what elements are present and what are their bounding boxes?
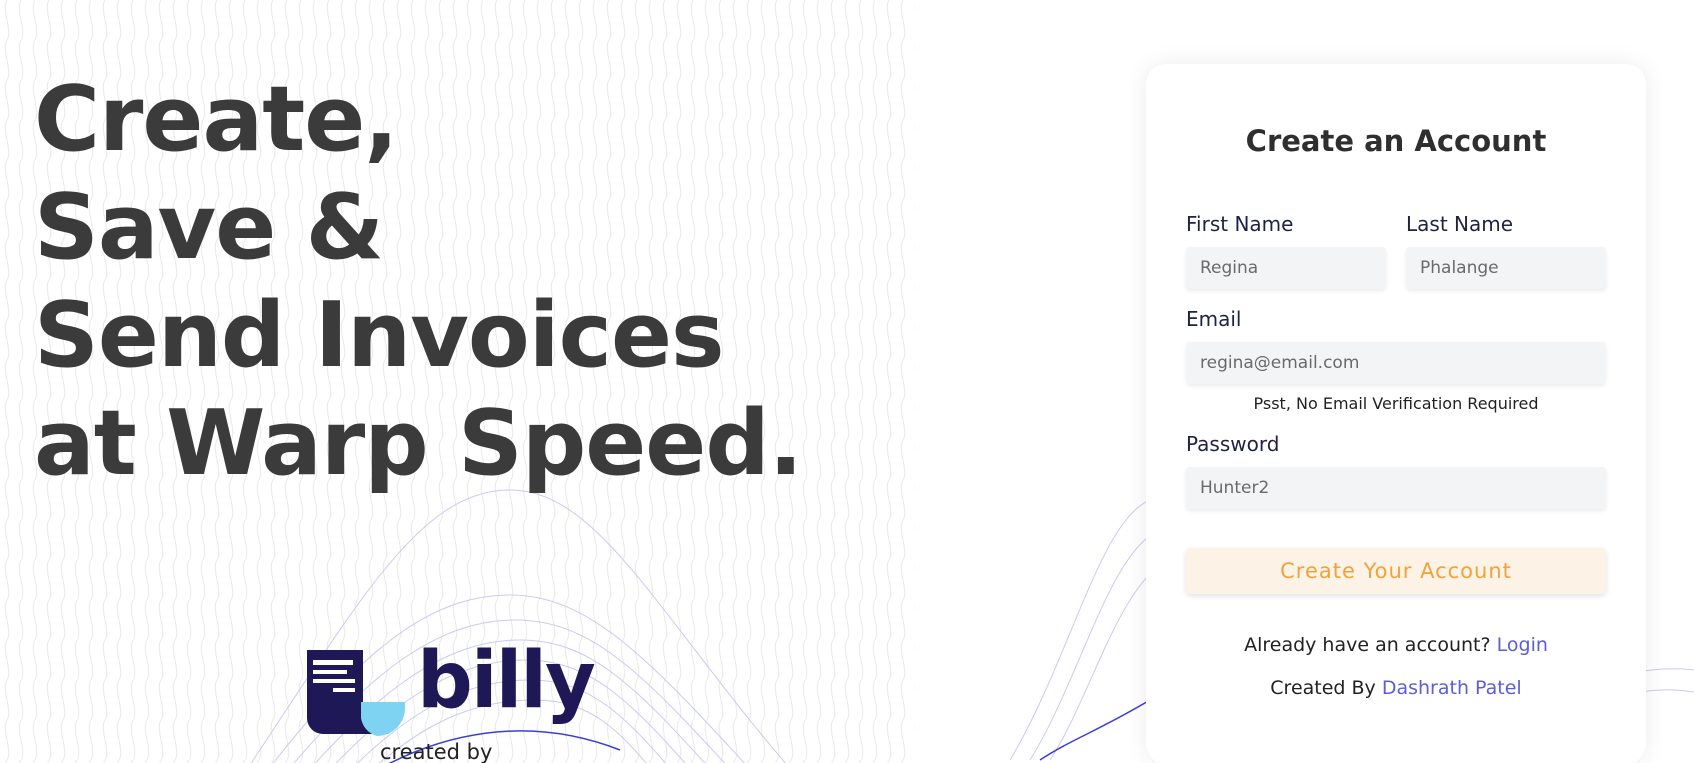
- logo-created-by: created by: [380, 740, 493, 763]
- hero-line-4: at Warp Speed.: [34, 391, 803, 496]
- create-account-button[interactable]: Create Your Account: [1186, 548, 1606, 594]
- signup-card: Create an Account First Name Last Name E…: [1146, 64, 1646, 763]
- first-name-input[interactable]: [1186, 247, 1386, 289]
- hero-line-3: Send Invoices: [34, 283, 725, 388]
- password-label: Password: [1186, 432, 1280, 456]
- login-prompt-text: Already have an account?: [1244, 634, 1491, 656]
- email-input[interactable]: [1186, 342, 1606, 384]
- card-title: Create an Account: [1245, 124, 1547, 158]
- hero-headline: Create, Save & Send Invoices at Warp Spe…: [34, 66, 803, 498]
- credit-row: Created By Dashrath Patel: [1146, 677, 1646, 699]
- receipt-logo-icon: [307, 650, 405, 736]
- hero-line-1: Create,: [34, 67, 398, 172]
- author-link[interactable]: Dashrath Patel: [1382, 677, 1522, 699]
- first-name-label: First Name: [1186, 212, 1294, 236]
- email-verification-hint: Psst, No Email Verification Required: [1253, 394, 1539, 413]
- email-label: Email: [1186, 307, 1242, 331]
- login-link[interactable]: Login: [1497, 634, 1548, 656]
- password-input[interactable]: [1186, 467, 1606, 509]
- brand-name: billy: [417, 636, 596, 726]
- last-name-label: Last Name: [1406, 212, 1514, 236]
- last-name-input[interactable]: [1406, 247, 1606, 289]
- hero-line-2: Save &: [34, 175, 384, 280]
- signup-page: Create, Save & Send Invoices at Warp Spe…: [0, 0, 1694, 763]
- billy-logo: billy: [305, 636, 596, 738]
- credit-prefix: Created By: [1270, 677, 1376, 699]
- login-prompt-row: Already have an account? Login: [1146, 634, 1646, 656]
